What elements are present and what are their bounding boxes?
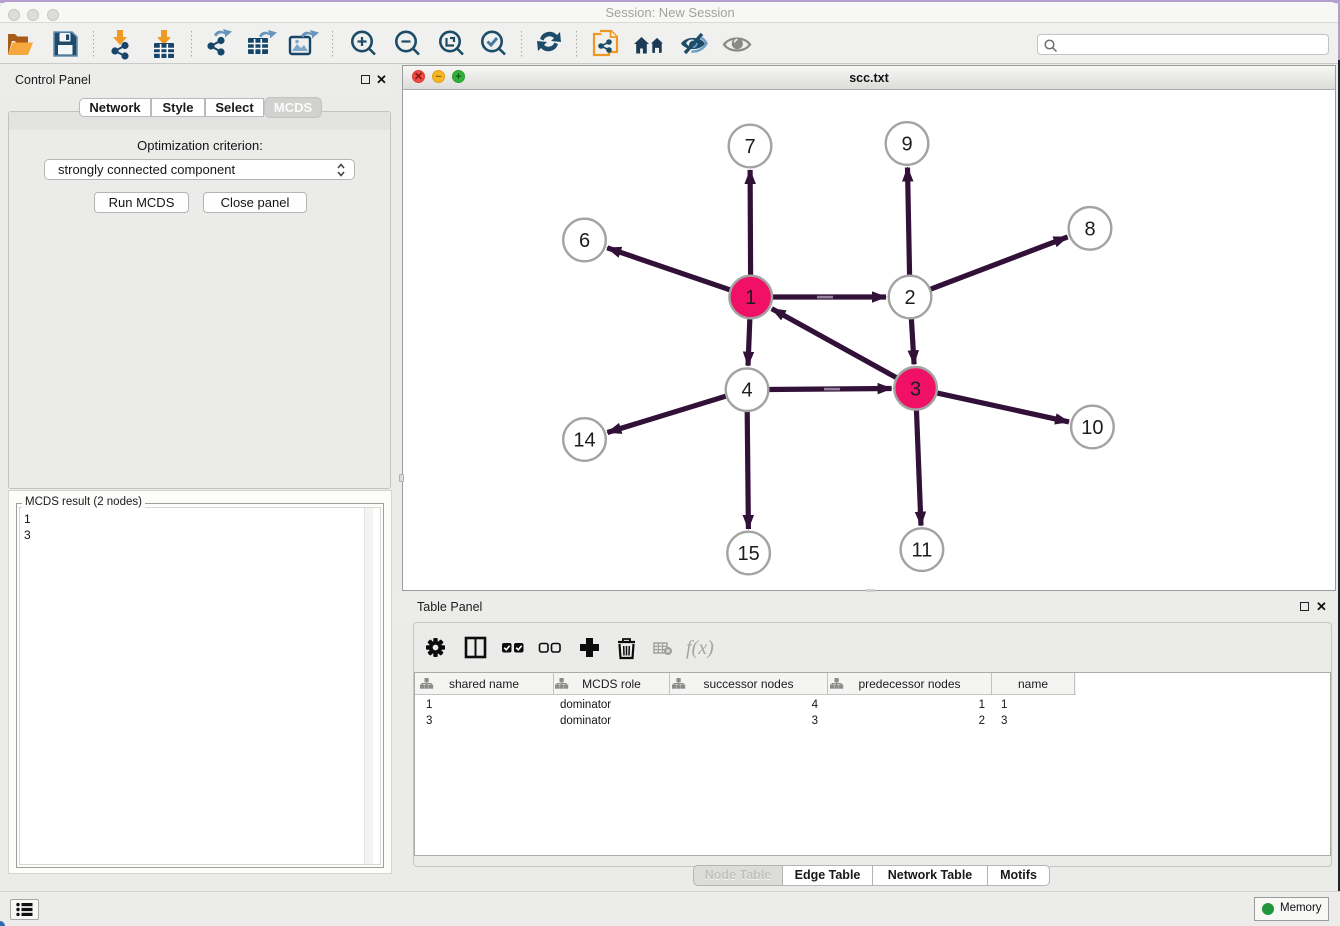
svg-text:f(x): f(x) <box>686 637 714 659</box>
svg-text:1: 1 <box>745 287 756 309</box>
svg-text:4: 4 <box>741 380 752 402</box>
svg-text:8: 8 <box>1084 218 1095 240</box>
svg-text:11: 11 <box>912 540 933 562</box>
svg-text:9: 9 <box>901 134 912 156</box>
svg-text:10: 10 <box>1081 417 1103 439</box>
svg-text:3: 3 <box>910 378 921 400</box>
svg-text:15: 15 <box>737 543 759 565</box>
svg-text:6: 6 <box>579 230 590 252</box>
svg-text:2: 2 <box>904 287 915 309</box>
svg-text:14: 14 <box>573 430 595 452</box>
svg-text:7: 7 <box>744 136 755 158</box>
